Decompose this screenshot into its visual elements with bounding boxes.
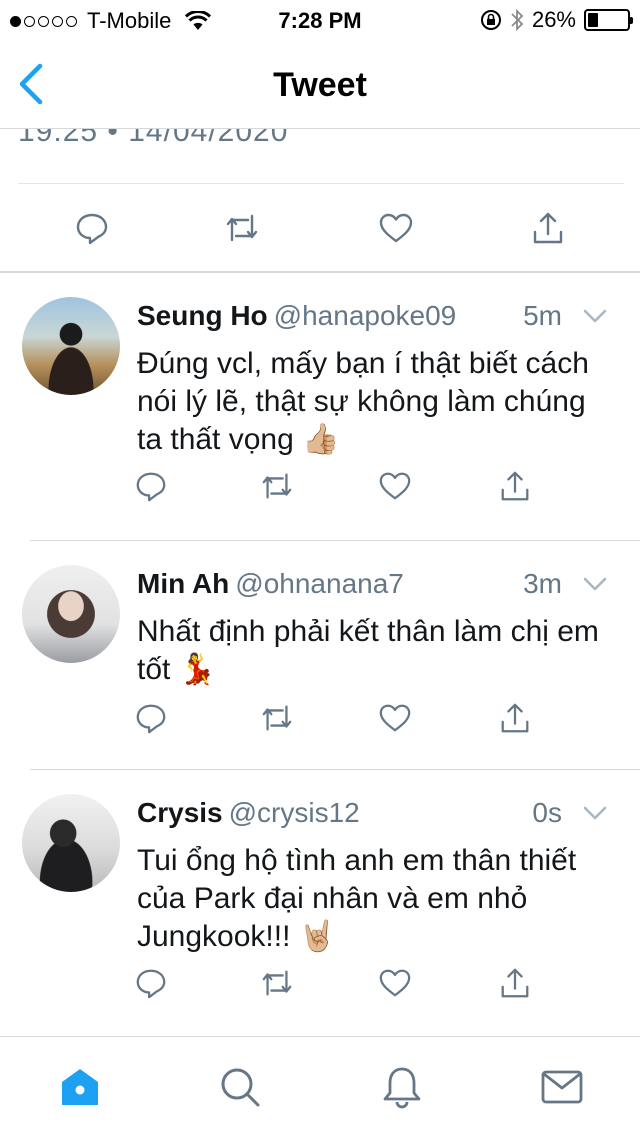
reply-icon[interactable]: [134, 469, 168, 503]
status-right: 26%: [480, 7, 633, 33]
navigation-bar: Tweet: [0, 40, 640, 128]
reply-item[interactable]: Min Ah @ohnanana7 3m Nhất định phải kết t…: [0, 541, 640, 769]
reply-text: Tui ổng hộ tình anh em thân thiết của Pa…: [137, 844, 577, 953]
chevron-down-icon[interactable]: [580, 569, 610, 599]
share-icon[interactable]: [498, 966, 532, 1000]
reply-time: 0s: [532, 797, 562, 828]
share-icon[interactable]: [498, 469, 532, 503]
chevron-down-icon[interactable]: [580, 301, 610, 331]
user-handle[interactable]: @crysis12: [229, 797, 360, 828]
user-handle[interactable]: @ohnanana7: [235, 568, 404, 599]
avatar[interactable]: [22, 794, 120, 892]
reply-header: Seung Ho @hanapoke09 5m: [137, 299, 610, 333]
reply-action-bar: [0, 966, 640, 1006]
user-name[interactable]: Min Ah: [137, 568, 229, 599]
search-icon[interactable]: [218, 1065, 262, 1109]
reply-action-bar: [0, 469, 640, 509]
tab-bar: [0, 1036, 640, 1136]
reply-icon[interactable]: [134, 966, 168, 1000]
reply-text: Nhất định phải kết thân làm chị em tốt 💃: [137, 615, 599, 686]
retweet-icon[interactable]: [260, 701, 294, 735]
home-icon[interactable]: [58, 1065, 102, 1109]
retweet-icon[interactable]: [260, 469, 294, 503]
page-title: Tweet: [273, 66, 367, 104]
reply-icon[interactable]: [74, 210, 110, 246]
notifications-icon[interactable]: [380, 1065, 424, 1109]
reply-item[interactable]: Crysis @crysis12 0s Tui ổng hộ tình anh e…: [0, 770, 640, 1036]
reply-action-bar: [0, 701, 640, 741]
reply-item[interactable]: Seung Ho @hanapoke09 5m Đúng vcl, mấy bạn…: [0, 273, 640, 541]
battery-icon: [584, 9, 633, 31]
share-icon[interactable]: [498, 701, 532, 735]
reply-text: Đúng vcl, mấy bạn í thật biết cách nói l…: [137, 347, 589, 456]
messages-icon[interactable]: [540, 1065, 584, 1109]
tweet-thread[interactable]: 19:25 • 14/04/2020 Seung Ho @hanapoke09 5…: [0, 128, 640, 1036]
chevron-down-icon[interactable]: [580, 798, 610, 828]
user-handle[interactable]: @hanapoke09: [274, 300, 457, 331]
tweet-action-bar: [0, 184, 640, 272]
share-icon[interactable]: [530, 210, 566, 246]
reply-time: 5m: [523, 300, 562, 331]
user-name[interactable]: Crysis: [137, 797, 223, 828]
avatar[interactable]: [22, 565, 120, 663]
reply-icon[interactable]: [134, 701, 168, 735]
reply-header: Min Ah @ohnanana7 3m: [137, 567, 610, 601]
user-name[interactable]: Seung Ho: [137, 300, 268, 331]
reply-time: 3m: [523, 568, 562, 599]
reply-header: Crysis @crysis12 0s: [137, 796, 610, 830]
tweet-timestamp: 19:25 • 14/04/2020: [18, 128, 289, 148]
orientation-lock-icon: [480, 9, 502, 31]
like-icon[interactable]: [378, 210, 414, 246]
retweet-icon[interactable]: [260, 966, 294, 1000]
like-icon[interactable]: [378, 469, 412, 503]
bluetooth-icon: [510, 8, 524, 32]
battery-percent: 26%: [531, 7, 576, 32]
retweet-icon[interactable]: [224, 210, 260, 246]
avatar[interactable]: [22, 297, 120, 395]
status-bar: T-Mobile 7:28 PM 26%: [0, 0, 640, 40]
like-icon[interactable]: [378, 701, 412, 735]
like-icon[interactable]: [378, 966, 412, 1000]
